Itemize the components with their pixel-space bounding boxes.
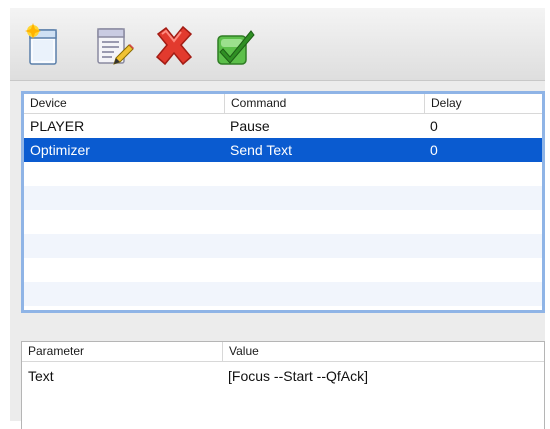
empty-row[interactable]	[24, 282, 542, 306]
parameters-table-header: Parameter Value	[22, 342, 544, 362]
column-header-delay[interactable]: Delay	[424, 94, 542, 113]
cell-command: Send Text	[230, 142, 293, 158]
commands-table[interactable]: Device Command Delay PLAYER Pause 0 Opti…	[21, 91, 545, 313]
cell-device: PLAYER	[30, 118, 85, 134]
empty-row[interactable]	[24, 210, 542, 234]
column-header-value[interactable]: Value	[222, 342, 544, 361]
cell-parameter: Text	[28, 368, 54, 384]
cell-value[interactable]: [Focus --Start --QfAck]	[222, 364, 544, 388]
edit-document-icon	[97, 28, 134, 65]
column-header-command[interactable]: Command	[224, 94, 424, 113]
column-header-parameter[interactable]: Parameter	[22, 342, 222, 361]
checkmark-icon	[217, 30, 255, 65]
confirm-command-button[interactable]	[212, 22, 256, 70]
edit-command-button[interactable]	[92, 22, 136, 70]
parameters-table[interactable]: Parameter Value Text [Focus --Start --Qf…	[21, 341, 545, 429]
new-document-icon	[25, 23, 57, 65]
empty-row[interactable]	[24, 186, 542, 210]
column-header-device[interactable]: Device	[24, 94, 224, 113]
new-command-button[interactable]	[22, 22, 66, 70]
empty-row[interactable]	[24, 234, 542, 258]
empty-row[interactable]	[24, 162, 542, 186]
table-row[interactable]: Text [Focus --Start --QfAck]	[22, 364, 544, 388]
table-row[interactable]: PLAYER Pause 0	[24, 114, 542, 138]
cell-command: Pause	[230, 118, 270, 134]
empty-row[interactable]	[24, 258, 542, 282]
command-editor-panel: Device Command Delay PLAYER Pause 0 Opti…	[10, 8, 545, 429]
cell-delay: 0	[430, 142, 438, 158]
toolbar	[10, 8, 545, 81]
cell-delay: 0	[430, 118, 438, 134]
table-row-selected[interactable]: Optimizer Send Text 0	[24, 138, 542, 162]
commands-table-header: Device Command Delay	[24, 94, 542, 114]
delete-command-button[interactable]	[152, 22, 196, 70]
delete-x-icon	[155, 25, 193, 66]
cell-device: Optimizer	[30, 142, 90, 158]
